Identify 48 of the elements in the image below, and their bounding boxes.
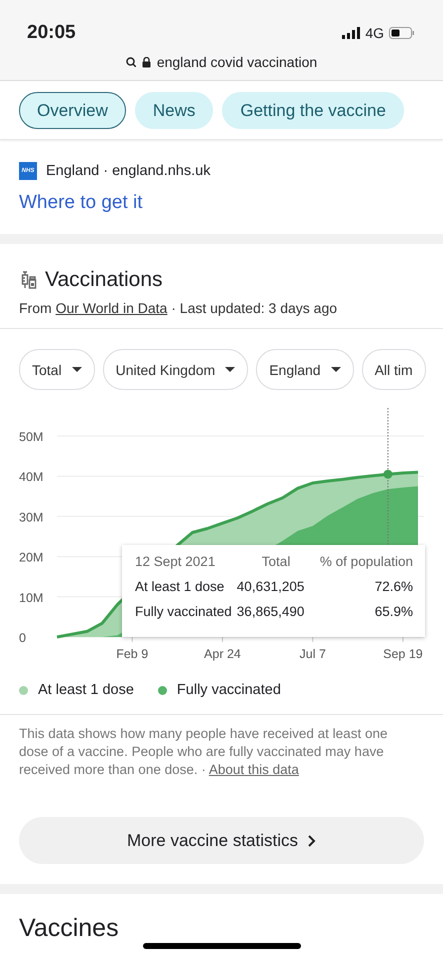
tooltip-label: Fully vaccinated (135, 604, 232, 619)
filter-dropdown[interactable]: United Kingdom (102, 349, 248, 390)
result-link[interactable]: Where to get it (19, 192, 143, 214)
axis-label: 40M (19, 470, 44, 484)
site-name: England · england.nhs.uk (46, 163, 210, 179)
battery-icon (389, 27, 415, 39)
axis-label: 20M (19, 550, 44, 565)
tooltip-label: At least 1 dose (135, 579, 226, 594)
clock-time: 20:05 (27, 22, 76, 44)
vaccine-icon (19, 271, 37, 289)
axis-label: 50M (19, 430, 44, 444)
network-label: 4G (365, 25, 384, 41)
signal-icon (342, 27, 360, 39)
axis-label: Jul 7 (300, 647, 326, 661)
axis-label: 0 (19, 631, 26, 645)
axis-label: 10M (19, 590, 44, 605)
tooltip-date: 12 Sept 2021 (135, 554, 216, 569)
axis-label: 30M (19, 510, 44, 524)
tab[interactable]: News (134, 92, 214, 129)
section-title: Vaccines (19, 914, 120, 943)
data-point-marker (383, 470, 392, 479)
about-link[interactable]: About this data (208, 762, 299, 777)
axis-label: Apr 24 (204, 647, 241, 661)
tooltip-value: 40,631,205 (236, 579, 304, 594)
filter-dropdown[interactable]: All tim (362, 349, 426, 390)
filter-dropdown[interactable]: Total (19, 349, 95, 390)
search-icon (126, 57, 136, 67)
home-indicator[interactable] (143, 943, 301, 949)
address-text[interactable]: england covid vaccination (156, 54, 318, 70)
data-note: This data shows how many people have received at least one dose of a vaccine. People who are fully vaccinated may have received more than one dose. · About this data (18, 725, 388, 779)
legend-label: At least 1 dose (38, 682, 134, 698)
legend-label: Fully vaccinated (176, 682, 281, 698)
tooltip-value: 72.6% (374, 579, 413, 594)
tab[interactable]: Getting the vaccine (222, 92, 404, 129)
lock-icon (142, 56, 151, 68)
tooltip-heading: % of population (318, 554, 413, 569)
chevron-icon (308, 834, 316, 846)
section-title: Vaccinations (45, 268, 163, 292)
source-line: From Our World in Data · Last updated: 3 days ago (19, 300, 338, 316)
axis-label: Feb 9 (116, 647, 148, 661)
filter-dropdown[interactable]: England (256, 349, 354, 390)
more-button[interactable]: More vaccine statistics (19, 817, 424, 864)
tooltip-value: 65.9% (374, 604, 413, 619)
tab[interactable]: Overview (19, 92, 126, 129)
axis-label: Sep 19 (383, 647, 423, 661)
tooltip-heading: Total (260, 554, 292, 569)
source-link[interactable]: Our World in Data (56, 300, 168, 316)
tooltip-value: 36,865,490 (236, 604, 304, 619)
